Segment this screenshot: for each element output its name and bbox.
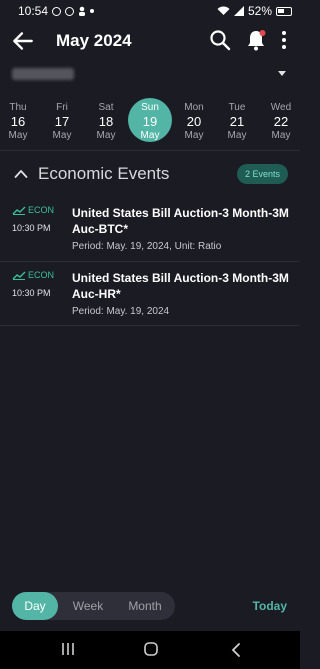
date-item[interactable]: Tue 21 May bbox=[217, 96, 257, 146]
date-strip: Thu 16 May Fri 17 May Sat 18 May Sun 19 … bbox=[0, 96, 300, 146]
signal-icon bbox=[233, 6, 244, 16]
events-count-badge: 2 Events bbox=[236, 164, 288, 184]
date-item-selected[interactable]: Sun 19 May bbox=[128, 98, 172, 142]
status-time: 10:54 bbox=[18, 4, 49, 18]
recent-apps-icon[interactable] bbox=[60, 642, 76, 656]
date-item[interactable]: Fri 17 May bbox=[42, 96, 82, 146]
today-button[interactable]: Today bbox=[253, 599, 287, 613]
back-arrow-icon[interactable] bbox=[10, 28, 36, 54]
more-notifications-dot bbox=[90, 9, 95, 13]
event-item[interactable]: ECON 10:30 PM United States Bill Auction… bbox=[0, 270, 300, 326]
event-time: 10:30 PM bbox=[12, 223, 51, 233]
status-bar: 10:54 52% bbox=[0, 0, 300, 22]
divider bbox=[0, 325, 300, 326]
system-nav-bar bbox=[0, 631, 300, 669]
divider bbox=[0, 150, 300, 151]
event-title: United States Bill Auction-3 Month-3M Au… bbox=[72, 271, 289, 301]
event-time: 10:30 PM bbox=[12, 288, 51, 298]
event-category-tag: ECON bbox=[12, 270, 54, 280]
view-month-button[interactable]: Month bbox=[118, 592, 172, 620]
event-category-tag: ECON bbox=[12, 205, 54, 215]
more-vert-icon[interactable] bbox=[274, 28, 294, 52]
dropdown-caret-icon bbox=[278, 71, 286, 76]
event-meta: Period: May. 19, 2024 bbox=[72, 306, 170, 317]
econ-chart-icon bbox=[12, 206, 26, 215]
economic-events-section-header[interactable]: Economic Events 2 Events bbox=[0, 160, 300, 190]
bell-icon[interactable] bbox=[244, 28, 268, 52]
date-item[interactable]: Thu 16 May bbox=[0, 96, 38, 146]
date-item[interactable]: Sat 18 May bbox=[86, 96, 126, 146]
app-header: May 2024 bbox=[0, 22, 300, 62]
date-item[interactable]: Mon 20 May bbox=[174, 96, 214, 146]
sync-icon bbox=[65, 6, 75, 16]
account-selector[interactable] bbox=[12, 64, 290, 86]
wifi-icon bbox=[217, 6, 230, 15]
event-item[interactable]: ECON 10:30 PM United States Bill Auction… bbox=[0, 205, 300, 261]
view-day-button[interactable]: Day bbox=[12, 592, 58, 620]
event-meta: Period: May. 19, 2024, Unit: Ratio bbox=[72, 241, 222, 252]
battery-icon bbox=[276, 6, 292, 16]
battery-percent: 52% bbox=[247, 4, 272, 18]
event-title: United States Bill Auction-3 Month-3M Au… bbox=[72, 206, 289, 236]
back-nav-icon[interactable] bbox=[230, 642, 242, 658]
whatsapp-icon bbox=[52, 6, 62, 16]
econ-chart-icon bbox=[12, 271, 26, 280]
notification-dot bbox=[259, 30, 266, 36]
page-title[interactable]: May 2024 bbox=[56, 31, 132, 51]
view-toggle: Day Week Month bbox=[12, 592, 175, 620]
search-icon[interactable] bbox=[208, 28, 232, 52]
divider bbox=[0, 261, 300, 262]
date-item[interactable]: Wed 22 May bbox=[261, 96, 301, 146]
section-title: Economic Events bbox=[38, 164, 170, 183]
view-week-button[interactable]: Week bbox=[64, 592, 112, 620]
chevron-up-icon[interactable] bbox=[14, 167, 28, 181]
redacted-account-name bbox=[12, 68, 74, 80]
notification-person-icon bbox=[79, 6, 86, 16]
home-icon[interactable] bbox=[143, 641, 159, 657]
